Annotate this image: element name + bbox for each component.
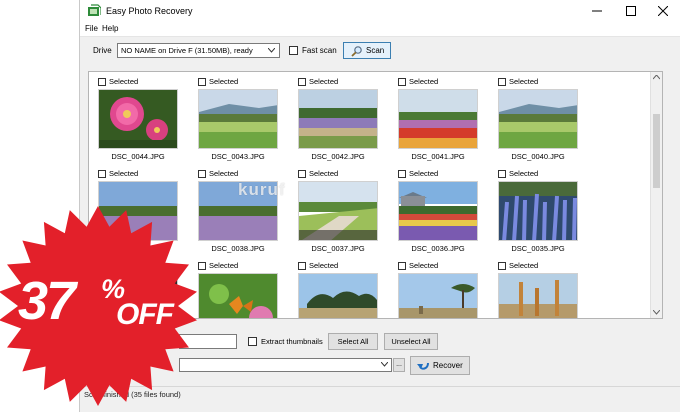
select-checkbox[interactable] (398, 78, 406, 86)
magnifier-icon (351, 46, 362, 57)
photo-tile[interactable]: Selected (398, 261, 480, 318)
photo-tile[interactable]: Selected DSC_0044.JPG (98, 77, 180, 162)
title-bar[interactable]: Easy Photo Recovery (80, 0, 680, 22)
photo-filename: DSC_0041.JPG (411, 152, 465, 161)
select-checkbox[interactable] (498, 78, 506, 86)
chevron-down-icon (268, 48, 275, 53)
drive-dropdown[interactable]: NO NAME on Drive F (31.50MB), ready (117, 43, 280, 58)
photo-thumbnail[interactable] (498, 273, 578, 318)
scroll-up-icon[interactable] (653, 75, 660, 80)
photo-thumbnail[interactable] (298, 181, 378, 241)
select-label: Selected (109, 77, 139, 86)
photo-thumbnail[interactable] (398, 89, 478, 149)
select-all-button[interactable]: Select All (328, 333, 378, 350)
recover-button-label: Recover (433, 361, 463, 370)
select-label: Selected (309, 169, 339, 178)
photo-tile[interactable]: Selected DSC_0035.JPG (498, 169, 580, 254)
photo-tile[interactable]: Selected (298, 261, 380, 318)
fast-scan-checkbox[interactable] (289, 46, 298, 55)
photo-thumbnail[interactable] (398, 273, 478, 318)
select-checkbox[interactable] (398, 262, 406, 270)
close-icon (658, 6, 668, 16)
menu-help[interactable]: Help (102, 24, 118, 33)
select-label: Selected (409, 169, 439, 178)
select-checkbox[interactable] (298, 78, 306, 86)
photo-tile[interactable]: Selected DSC_0040.JPG (498, 77, 580, 162)
browse-button[interactable]: ... (393, 358, 405, 372)
photo-tile[interactable]: Selected (198, 261, 280, 318)
select-checkbox[interactable] (498, 262, 506, 270)
close-button[interactable] (646, 0, 680, 22)
select-label: Selected (409, 261, 439, 270)
photo-thumbnail[interactable] (498, 181, 578, 241)
maximize-icon (626, 6, 636, 16)
photo-tile[interactable]: Selected DSC_0036.JPG (398, 169, 480, 254)
photo-filename: DSC_0037.JPG (311, 244, 365, 253)
select-label: Selected (509, 169, 539, 178)
photo-filename: DSC_0036.JPG (411, 244, 465, 253)
app-icon (88, 4, 101, 16)
drive-label: Drive (93, 46, 112, 55)
watermark-text: kuruf (238, 180, 286, 199)
window-title: Easy Photo Recovery (106, 6, 193, 16)
select-checkbox[interactable] (298, 262, 306, 270)
fast-scan-label: Fast scan (302, 46, 337, 55)
select-label: Selected (309, 261, 339, 270)
select-label: Selected (509, 261, 539, 270)
drive-value: NO NAME on Drive F (31.50MB), ready (121, 46, 253, 55)
minimize-icon (592, 10, 602, 12)
maximize-button[interactable] (614, 0, 648, 22)
photo-filename: DSC_0035.JPG (511, 244, 565, 253)
photo-thumbnail[interactable] (298, 89, 378, 149)
select-checkbox[interactable] (98, 170, 106, 178)
select-label: Selected (309, 77, 339, 86)
photo-filename: DSC_0042.JPG (311, 152, 365, 161)
photo-filename: DSC_0040.JPG (511, 152, 565, 161)
photo-tile[interactable]: Selected DSC_0042.JPG (298, 77, 380, 162)
select-label: Selected (209, 261, 239, 270)
photo-thumbnail[interactable] (198, 273, 278, 318)
scan-button-label: Scan (366, 46, 385, 55)
discount-off-label: OFF (116, 298, 174, 331)
recover-button[interactable]: Recover (410, 356, 470, 375)
select-checkbox[interactable] (98, 78, 106, 86)
photo-thumbnail[interactable] (398, 181, 478, 241)
scrollbar-thumb[interactable] (653, 114, 660, 188)
minimize-button[interactable] (580, 0, 614, 22)
photo-filename: DSC_0044.JPG (111, 152, 165, 161)
vertical-scrollbar[interactable] (650, 72, 662, 318)
select-checkbox[interactable] (398, 170, 406, 178)
select-checkbox[interactable] (298, 170, 306, 178)
photo-thumbnail[interactable] (498, 89, 578, 149)
photo-tile[interactable]: Selected DSC_0041.JPG (398, 77, 480, 162)
select-label: Selected (409, 77, 439, 86)
photo-tile[interactable]: Selected (498, 261, 580, 318)
select-checkbox[interactable] (198, 170, 206, 178)
select-checkbox[interactable] (498, 170, 506, 178)
photo-thumbnail[interactable] (98, 89, 178, 149)
extract-thumbnails-checkbox[interactable] (248, 337, 257, 346)
unselect-all-button[interactable]: Unselect All (384, 333, 438, 350)
select-label: Selected (109, 169, 139, 178)
select-label: Selected (509, 77, 539, 86)
recover-icon (417, 362, 429, 370)
photo-thumbnail[interactable] (298, 273, 378, 318)
discount-percent: 37 (18, 271, 76, 331)
photo-tile[interactable]: Selected DSC_0037.JPG (298, 169, 380, 254)
output-folder-dropdown[interactable] (179, 358, 392, 372)
photo-filename: DSC_0038.JPG (211, 244, 265, 253)
photo-thumbnail[interactable] (198, 89, 278, 149)
extract-thumbnails-label: Extract thumbnails (261, 337, 323, 346)
photo-filename: DSC_0043.JPG (211, 152, 265, 161)
select-label: Selected (209, 77, 239, 86)
menu-bar: File Help (80, 22, 680, 37)
select-label: Selected (209, 169, 239, 178)
scan-button[interactable]: Scan (343, 42, 391, 59)
photo-tile[interactable]: Selected DSC_0043.JPG (198, 77, 280, 162)
menu-file[interactable]: File (85, 24, 98, 33)
scroll-down-icon[interactable] (653, 310, 660, 315)
chevron-down-icon (381, 362, 388, 367)
select-checkbox[interactable] (198, 78, 206, 86)
